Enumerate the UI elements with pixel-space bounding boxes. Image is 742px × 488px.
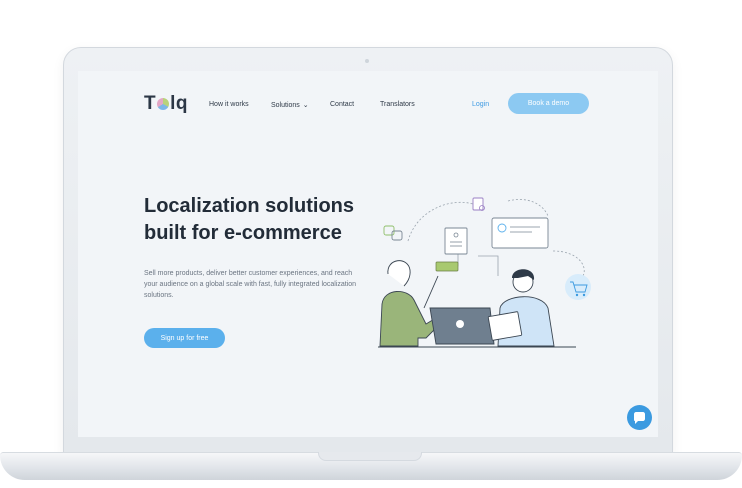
logo-o-icon <box>157 98 170 110</box>
signup-button[interactable]: Sign up for free <box>144 328 225 348</box>
chat-icon <box>634 411 645 424</box>
book-demo-button[interactable]: Book a demo <box>508 93 589 114</box>
login-link[interactable]: Login <box>472 101 489 108</box>
nav-solutions[interactable]: Solutions ⌄ <box>271 101 309 109</box>
laptop-notch <box>318 452 422 461</box>
hero-description: Sell more products, deliver better custo… <box>144 270 357 299</box>
hero-title: Localization solutions built for e-comme… <box>144 193 384 247</box>
hero-title-line1: Localization solutions <box>144 195 355 217</box>
chat-button[interactable] <box>627 405 652 430</box>
nav-solutions-label: Solutions <box>271 102 300 109</box>
nav-translators[interactable]: Translators <box>380 101 415 108</box>
translate-icon <box>383 225 403 241</box>
tolq-logo[interactable]: Tlq <box>144 93 188 115</box>
hero-illustration <box>378 197 591 348</box>
logo-suffix: lq <box>170 93 188 114</box>
document-icon <box>444 227 468 255</box>
laptop-camera <box>365 59 369 63</box>
chevron-down-icon: ⌄ <box>302 102 309 109</box>
cart-icon <box>565 274 591 300</box>
nav-contact[interactable]: Contact <box>330 101 354 108</box>
logo-prefix: T <box>144 93 157 114</box>
nav-how-it-works[interactable]: How it works <box>209 101 249 108</box>
hero-title-line2: built for e-commerce <box>144 222 342 244</box>
browser-screen: Tlq How it works Solutions ⌄ Contact Tran… <box>78 71 658 437</box>
